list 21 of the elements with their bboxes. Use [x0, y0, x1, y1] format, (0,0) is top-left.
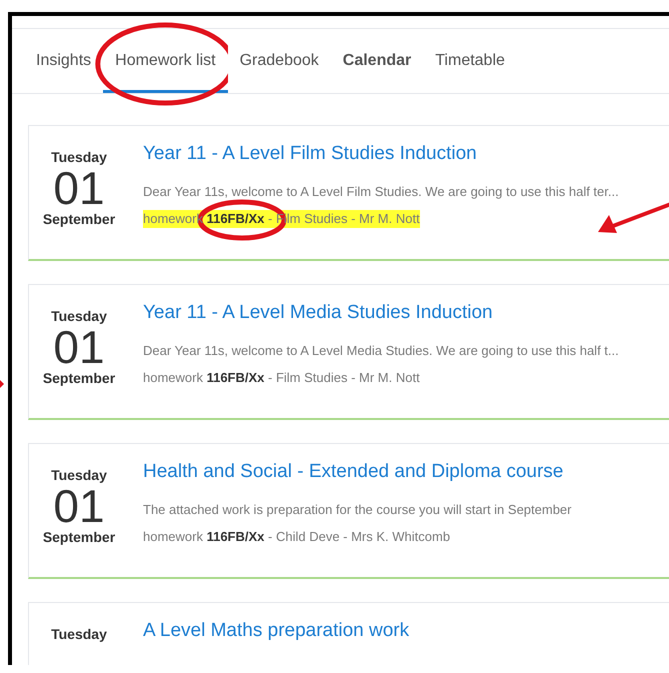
weekday: Tuesday	[51, 625, 107, 643]
month: September	[42, 528, 116, 546]
homework-info: homework 116FB/Xx - Film Studies - Mr M. Nott	[143, 369, 420, 387]
month: September	[42, 210, 116, 228]
homework-title[interactable]: Year 11 - A Level Film Studies Induction	[143, 142, 477, 166]
weekday: Tuesday	[51, 307, 107, 325]
homework-card[interactable]: Tuesday 01 September Health and Social - Extended and Diploma course The attached work is preparation for the course you will start in September homework 116FB/Xx - Child Deve - Mrs K. Whitcomb	[28, 443, 669, 579]
description: Dear Year 11s, welcome to A Level Media Studies. We are going to use this half t...	[143, 342, 619, 360]
weekday: Tuesday	[51, 148, 107, 166]
weekday: Tuesday	[51, 466, 107, 484]
description: Dear Year 11s, welcome to A Level Film Studies. We are going to use this half ter...	[143, 183, 619, 201]
month: September	[42, 369, 116, 387]
homework-title[interactable]: Year 11 - A Level Media Studies Induction	[143, 301, 493, 325]
homework-title[interactable]: A Level Maths preparation work	[143, 619, 410, 643]
homework-title[interactable]: Health and Social - Extended and Diploma course	[143, 460, 564, 484]
day-number: 01	[53, 166, 105, 210]
day-number: 01	[53, 484, 105, 528]
description: The attached work is preparation for the course you will start in September	[143, 501, 572, 519]
day-number: 01	[53, 325, 105, 369]
homework-card[interactable]: Tuesday A Level Maths preparation work	[28, 602, 669, 665]
homework-info: homework 116FB/Xx - Child Deve - Mrs K. Whitcomb	[143, 528, 450, 546]
